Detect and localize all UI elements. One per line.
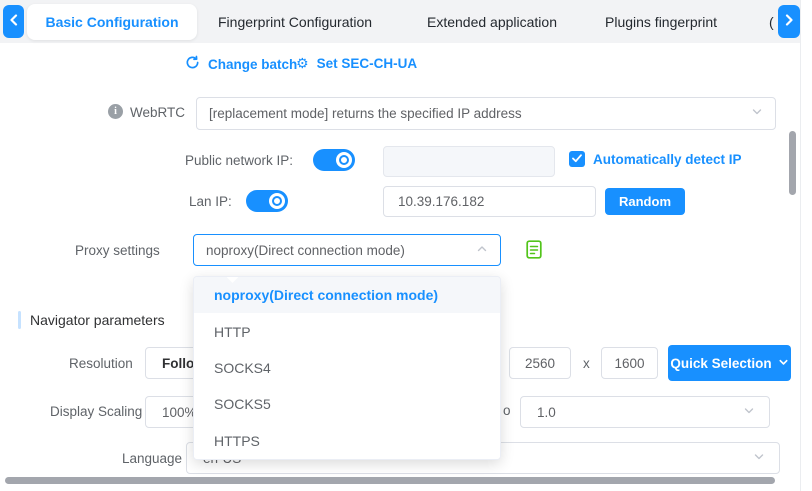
tab-plugins-fingerprint[interactable]: Plugins fingerprint <box>605 14 717 30</box>
resolution-width-input[interactable] <box>509 347 571 379</box>
public-ip-label: Public network IP: <box>185 153 293 168</box>
pixel-ratio-label-partial: o <box>503 403 511 418</box>
set-sec-ch-ua-link[interactable]: ⚙ Set SEC-CH-UA <box>296 55 417 72</box>
auto-detect-ip-label[interactable]: Automatically detect IP <box>593 152 742 167</box>
tabs-scroll-left-button[interactable] <box>3 5 24 38</box>
chevron-up-icon <box>476 243 488 258</box>
chevron-down-icon <box>778 356 789 371</box>
change-batch-link[interactable]: Change batch <box>185 55 297 73</box>
pixel-ratio-value: 1.0 <box>537 405 556 420</box>
toggle-knob <box>269 193 285 209</box>
proxy-settings-label: Proxy settings <box>75 243 160 258</box>
auto-detect-ip-checkbox[interactable] <box>569 151 585 167</box>
proxy-option-socks5[interactable]: SOCKS5 <box>194 386 500 422</box>
tab-partial-next[interactable]: ( <box>769 14 774 30</box>
webrtc-label: WebRTC <box>130 105 185 120</box>
proxy-option-noproxy[interactable]: noproxy(Direct connection mode) <box>194 277 500 313</box>
quick-selection-label: Quick Selection <box>670 356 771 371</box>
tab-bar: Basic Configuration Fingerprint Configur… <box>0 0 812 43</box>
tabs-scroll-right-button[interactable] <box>778 5 800 38</box>
proxy-option-https[interactable]: HTTPS <box>194 423 500 459</box>
info-icon: i <box>108 104 123 119</box>
set-sec-ch-ua-label: Set SEC-CH-UA <box>317 56 418 71</box>
proxy-doc-icon[interactable] <box>526 240 542 264</box>
chevron-down-icon <box>743 405 755 420</box>
public-ip-input[interactable] <box>383 146 555 177</box>
proxy-select-value: noproxy(Direct connection mode) <box>206 243 405 258</box>
lan-ip-label: Lan IP: <box>189 194 232 209</box>
proxy-option-http[interactable]: HTTP <box>194 313 500 349</box>
language-label: Language <box>122 451 182 466</box>
chevron-down-icon <box>751 106 763 121</box>
random-button[interactable]: Random <box>605 188 685 215</box>
lan-ip-input[interactable] <box>383 186 596 217</box>
webrtc-select[interactable]: [replacement mode] returns the specified… <box>196 97 776 130</box>
proxy-select[interactable]: noproxy(Direct connection mode) <box>193 234 501 266</box>
tab-extended-application[interactable]: Extended application <box>427 14 557 30</box>
public-ip-toggle[interactable] <box>313 149 355 171</box>
right-gutter <box>800 0 812 491</box>
tab-label: Basic Configuration <box>45 14 178 30</box>
chevron-left-icon <box>9 13 19 31</box>
chevron-down-icon <box>753 451 765 466</box>
tab-fingerprint-configuration[interactable]: Fingerprint Configuration <box>218 14 372 30</box>
toggle-knob <box>336 152 352 168</box>
resolution-label: Resolution <box>69 356 133 371</box>
lan-ip-toggle[interactable] <box>246 190 288 212</box>
resolution-separator: x <box>583 356 590 371</box>
proxy-dropdown-panel: noproxy(Direct connection mode) HTTP SOC… <box>193 276 501 460</box>
change-batch-label: Change batch <box>208 57 297 72</box>
navigator-parameters-title: Navigator parameters <box>30 312 165 328</box>
section-accent-bar <box>18 311 21 329</box>
display-scaling-label: Display Scaling <box>50 404 142 419</box>
check-icon <box>572 150 582 168</box>
horizontal-scrollbar-thumb[interactable] <box>5 477 775 484</box>
proxy-option-socks4[interactable]: SOCKS4 <box>194 350 500 386</box>
tab-basic-configuration[interactable]: Basic Configuration <box>27 4 197 40</box>
refresh-icon <box>185 55 200 73</box>
vertical-scrollbar-thumb[interactable] <box>789 131 796 195</box>
quick-selection-button[interactable]: Quick Selection <box>668 345 791 381</box>
chevron-right-icon <box>784 13 794 31</box>
resolution-height-input[interactable] <box>601 347 658 379</box>
display-scaling-value: 100% <box>162 405 197 420</box>
pixel-ratio-select[interactable]: 1.0 <box>520 396 770 428</box>
gear-icon: ⚙ <box>296 55 309 72</box>
webrtc-select-value: [replacement mode] returns the specified… <box>209 106 522 121</box>
